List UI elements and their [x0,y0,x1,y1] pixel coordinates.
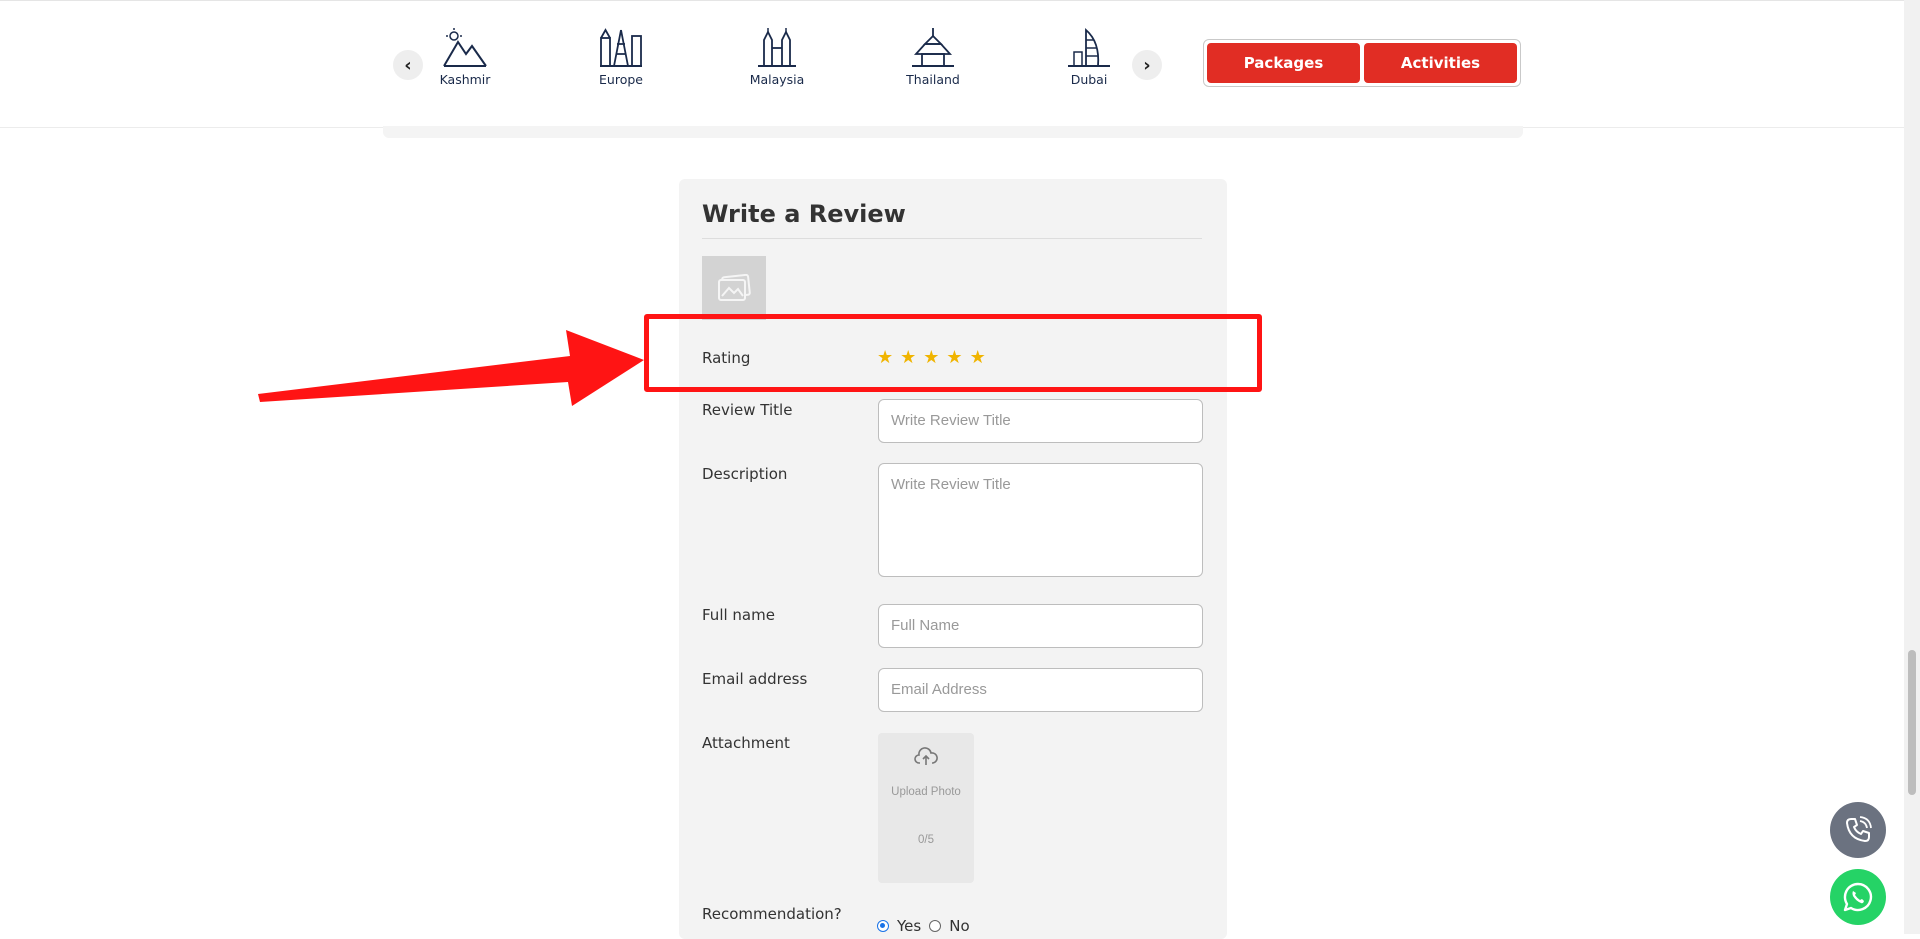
destination-kashmir[interactable]: Kashmir [410,28,520,87]
petronas-towers-icon [758,28,796,67]
recommend-no-label: No [949,917,970,935]
title-divider [702,238,1202,239]
destination-thailand[interactable]: Thailand [878,28,988,87]
upload-photo-text: Upload Photo [891,786,961,798]
recommend-no-radio[interactable] [929,920,942,932]
email-input[interactable]: Email Address [878,668,1203,712]
burj-al-arab-icon [1068,28,1110,67]
destination-label: Malaysia [749,72,805,87]
packages-button[interactable]: Packages [1207,43,1360,83]
full-name-input[interactable]: Full Name [878,604,1203,648]
attachment-label: Attachment [702,734,790,752]
eiffel-tower-icon [600,28,642,67]
header-bottom-strip [383,126,1523,138]
destination-label: Kashmir [439,72,491,87]
annotation-highlight-box [644,314,1262,392]
thai-temple-icon [912,28,954,67]
upload-photo-dropzone[interactable]: Upload Photo 0/5 [878,733,974,883]
destination-label: Europe [599,72,643,87]
destination-europe[interactable]: Europe [566,28,676,87]
email-label: Email address [702,670,808,688]
recommendation-options: Yes No [877,917,970,935]
full-name-label: Full name [702,606,775,624]
cloud-upload-icon [914,747,938,765]
recommend-yes-radio[interactable] [877,920,889,932]
carousel-next-button[interactable]: › [1132,50,1162,80]
description-textarea[interactable]: Write Review Title [878,463,1203,577]
whatsapp-icon [1843,882,1873,912]
review-title-label: Review Title [702,401,793,419]
review-title-input[interactable]: Write Review Title [878,399,1203,443]
category-button-group: Packages Activities [1203,39,1521,87]
recommendation-label: Recommendation? [702,905,842,923]
page-scrollbar-thumb[interactable] [1908,650,1916,795]
package-thumbnail [702,256,766,320]
description-label: Description [702,465,788,483]
call-button[interactable] [1830,802,1886,858]
mountain-icon [443,28,487,67]
destination-dubai[interactable]: Dubai [1034,28,1144,87]
recommend-yes-label: Yes [897,917,922,935]
destination-label: Dubai [1070,72,1108,87]
review-form-title: Write a Review [702,200,906,228]
chevron-right-icon: › [1143,54,1151,76]
phone-icon [1846,816,1872,842]
whatsapp-button[interactable] [1830,869,1886,925]
destination-malaysia[interactable]: Malaysia [722,28,832,87]
destination-label: Thailand [906,72,960,87]
activities-button[interactable]: Activities [1364,43,1517,83]
annotation-arrow [258,330,644,406]
upload-count: 0/5 [918,834,934,846]
image-placeholder-icon [718,274,751,301]
